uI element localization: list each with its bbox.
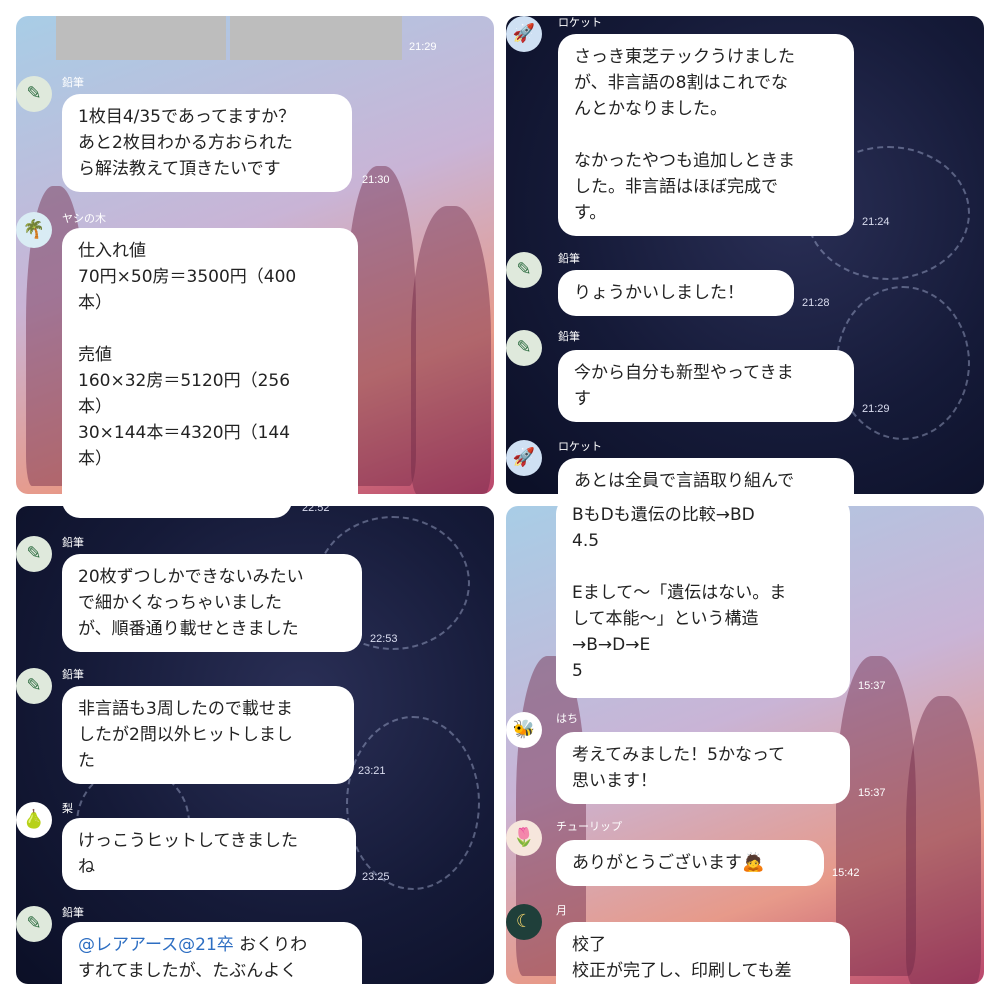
avatar[interactable]: ☾ xyxy=(506,904,542,940)
image-preview-right[interactable] xyxy=(230,16,402,60)
message-time: 21:29 xyxy=(409,41,437,53)
tulip-icon: 🌷 xyxy=(512,827,536,848)
rocket-icon: 🚀 xyxy=(512,23,536,44)
message-time: 15:37 xyxy=(858,787,886,799)
moon-icon: ☾ xyxy=(515,911,533,932)
message-bubble[interactable]: さっき東芝テックうけました が、非言語の8割はこれでな んとかなりました。 なか… xyxy=(558,34,854,236)
avatar[interactable]: ✎ xyxy=(16,668,52,704)
rocket-icon: 🚀 xyxy=(512,447,536,468)
message-bubble[interactable]: 仕入れ値 70円×50房＝3500円（400 本） 売値 160×32房＝512… xyxy=(62,228,358,494)
chat-panel-top-left: 21:29 ✎ 鉛筆 1枚目4/35であってますか？ あと2枚目わかる方おられた… xyxy=(16,16,494,494)
message-bubble[interactable]: 20枚ずつしかできないみたい で細かくなっちゃいました が、順番通り載せときまし… xyxy=(62,554,362,652)
avatar[interactable]: 🍐 xyxy=(16,802,52,838)
message-bubble[interactable] xyxy=(62,506,292,518)
avatar[interactable]: 🐝 xyxy=(506,712,542,748)
sender-name: 梨 xyxy=(62,803,73,815)
message-bubble[interactable]: @レアアース@21卒 おくりわ すれてましたが、たぶんよく xyxy=(62,922,362,984)
avatar[interactable]: 🌷 xyxy=(506,820,542,856)
sender-name: 鉛筆 xyxy=(62,907,84,919)
message-time: 21:30 xyxy=(362,174,390,186)
message-bubble[interactable]: あとは全員で言語取り組んで xyxy=(558,458,854,494)
message-bubble[interactable]: ありがとうございます🙇 xyxy=(556,840,824,886)
message-bubble[interactable]: 校了 校正が完了し、印刷しても差 xyxy=(556,922,850,984)
avatar[interactable]: ✎ xyxy=(506,330,542,366)
mention-link[interactable]: @レアアース@21卒 xyxy=(78,935,234,955)
sender-name: ロケット xyxy=(558,441,602,453)
message-bubble[interactable]: 考えてみました！5かなって 思います！ xyxy=(556,732,850,804)
sender-name: はち xyxy=(556,713,578,725)
sender-name: 鉛筆 xyxy=(558,253,580,265)
message-time: 23:25 xyxy=(362,871,390,883)
message-time: 21:28 xyxy=(802,297,830,309)
sender-name: ヤシの木 xyxy=(62,213,106,225)
chat-panel-top-right: 🚀 ロケット さっき東芝テックうけました が、非言語の8割はこれでな んとかなり… xyxy=(506,16,984,494)
constellation-decoration xyxy=(346,716,480,890)
palm-tree-icon: 🌴 xyxy=(22,219,46,240)
pencil-icon: ✎ xyxy=(26,675,42,696)
message-time: 22:52 xyxy=(302,506,330,514)
sender-name: チューリップ xyxy=(556,821,622,833)
pencil-icon: ✎ xyxy=(26,543,42,564)
background-silhouette xyxy=(411,206,491,494)
message-bubble[interactable]: 1枚目4/35であってますか？ あと2枚目わかる方おられた ら解法教えて頂きたい… xyxy=(62,94,352,192)
sender-name: ロケット xyxy=(558,17,602,29)
avatar[interactable]: ✎ xyxy=(16,536,52,572)
message-bubble[interactable]: りょうかいしました！ xyxy=(558,270,794,316)
message-time: 15:42 xyxy=(832,867,860,879)
chat-panel-bottom-right: BもDも遺伝の比較→BD 4.5 Eまして〜「遺伝はない。ま して本能〜」という… xyxy=(506,506,984,984)
avatar[interactable]: ✎ xyxy=(506,252,542,288)
message-bubble[interactable]: 今から自分も新型やってきま す xyxy=(558,350,854,422)
chat-panel-bottom-left: 22:52 ✎ 鉛筆 20枚ずつしかできないみたい で細かくなっちゃいました が… xyxy=(16,506,494,984)
message-time: 15:37 xyxy=(858,680,886,692)
avatar[interactable]: ✎ xyxy=(16,76,52,112)
sender-name: 鉛筆 xyxy=(558,331,580,343)
sender-name: 鉛筆 xyxy=(62,77,84,89)
sender-name: 鉛筆 xyxy=(62,669,84,681)
bee-icon: 🐝 xyxy=(512,719,536,740)
message-bubble[interactable]: けっこうヒットしてきました ね xyxy=(62,818,356,890)
message-bubble[interactable]: 非言語も3周したので載せま したが2問以外ヒットしまし た xyxy=(62,686,354,784)
constellation-decoration xyxy=(836,286,970,440)
background-silhouette xyxy=(836,656,916,976)
avatar[interactable]: ✎ xyxy=(16,906,52,942)
avatar[interactable]: 🚀 xyxy=(506,16,542,52)
sender-name: 月 xyxy=(556,905,567,917)
pencil-icon: ✎ xyxy=(516,337,532,358)
pencil-icon: ✎ xyxy=(26,913,42,934)
background-silhouette xyxy=(906,696,981,984)
message-time: 23:21 xyxy=(358,765,386,777)
avatar[interactable]: 🌴 xyxy=(16,212,52,248)
image-preview-left[interactable] xyxy=(56,16,226,60)
message-time: 21:29 xyxy=(862,403,890,415)
message-time: 22:53 xyxy=(370,633,398,645)
pencil-icon: ✎ xyxy=(516,259,532,280)
pencil-icon: ✎ xyxy=(26,83,42,104)
message-time: 21:24 xyxy=(862,216,890,228)
message-bubble[interactable]: BもDも遺伝の比較→BD 4.5 Eまして〜「遺伝はない。ま して本能〜」という… xyxy=(556,506,850,698)
pear-icon: 🍐 xyxy=(22,809,46,830)
sender-name: 鉛筆 xyxy=(62,537,84,549)
message-text: ありがとうございます xyxy=(572,853,742,873)
avatar[interactable]: 🚀 xyxy=(506,440,542,476)
bowing-person-emoji-icon: 🙇 xyxy=(742,852,765,873)
